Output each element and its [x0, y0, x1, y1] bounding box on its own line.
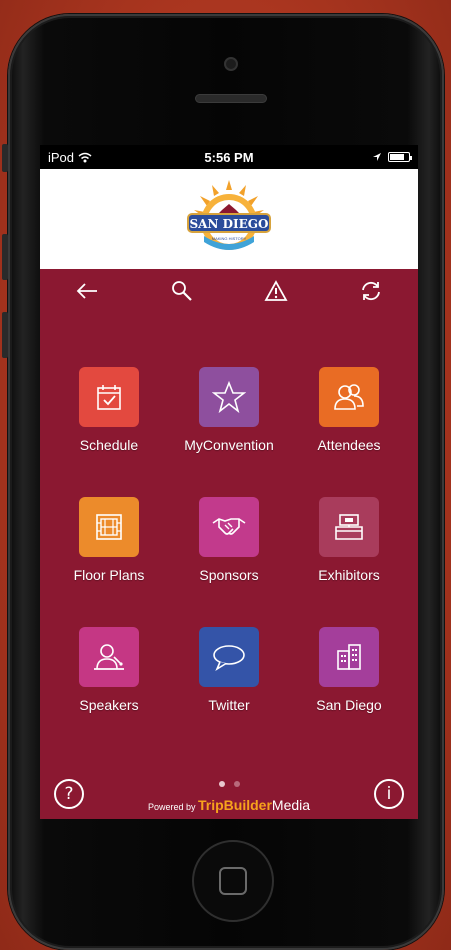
volume-down-button: [2, 312, 8, 358]
app-screen: iPod 5:56 PM SAN DIEGO MAKING HISTORY Sc…: [40, 145, 418, 819]
sponsors-tile-bg: [199, 497, 259, 557]
tile-twitter[interactable]: Twitter: [167, 627, 291, 727]
carrier-label: iPod: [48, 149, 75, 165]
location-arrow-icon: [373, 153, 381, 161]
handshake-icon: [212, 518, 246, 535]
speaker-podium-icon: [94, 644, 124, 670]
tile-sponsors[interactable]: Sponsors: [167, 497, 291, 597]
front-camera: [224, 57, 238, 71]
san-diego-tile-bg: [319, 627, 379, 687]
tile-label: MyConvention: [184, 437, 274, 453]
people-icon: [334, 384, 364, 410]
tile-floor-plans[interactable]: Floor Plans: [47, 497, 171, 597]
battery-icon: [388, 152, 412, 162]
search-icon: [171, 281, 192, 301]
tile-label: Exhibitors: [318, 567, 380, 583]
speech-bubble-icon: [213, 645, 245, 671]
tile-speakers[interactable]: Speakers: [47, 627, 171, 727]
tile-label: San Diego: [316, 697, 382, 713]
page-dot[interactable]: [233, 781, 240, 787]
tile-exhibitors[interactable]: Exhibitors: [287, 497, 411, 597]
star-icon: [212, 380, 246, 414]
logo-subtext: MAKING HISTORY: [212, 236, 247, 241]
status-right: [372, 152, 412, 162]
refresh-button[interactable]: [349, 273, 393, 309]
tile-label: Schedule: [79, 437, 139, 453]
search-button[interactable]: [160, 273, 204, 309]
earpiece-speaker: [195, 94, 267, 103]
powered-prefix: Powered by: [147, 802, 196, 812]
tile-label: Floor Plans: [73, 567, 145, 583]
floor-plan-icon: [96, 514, 122, 540]
city-buildings-icon: [337, 644, 361, 670]
refresh-icon: [361, 281, 380, 301]
back-arrow-icon: [76, 283, 98, 299]
brand-name: TripBuilder: [198, 797, 272, 813]
toolbar: [40, 269, 418, 313]
tile-label: Twitter: [208, 697, 250, 713]
mute-switch: [2, 144, 8, 172]
alerts-button[interactable]: [254, 273, 298, 309]
status-bar: iPod 5:56 PM: [40, 145, 418, 169]
exhibitors-tile-bg: [319, 497, 379, 557]
alert-icon: [264, 280, 288, 301]
back-button[interactable]: [65, 273, 109, 309]
home-button[interactable]: [192, 840, 274, 922]
schedule-tile-bg: [79, 367, 139, 427]
page-dot-active[interactable]: [218, 781, 225, 787]
app-header: SAN DIEGO MAKING HISTORY: [40, 169, 418, 269]
san-diego-logo: SAN DIEGO MAKING HISTORY: [174, 176, 284, 262]
tile-label: Sponsors: [199, 567, 259, 583]
twitter-tile-bg: [199, 627, 259, 687]
brand-suffix: Media: [271, 797, 311, 813]
tile-label: Speakers: [79, 697, 139, 713]
volume-up-button: [2, 234, 8, 280]
tile-san-diego[interactable]: San Diego: [287, 627, 411, 727]
calendar-check-icon: [97, 385, 121, 410]
status-time: 5:56 PM: [204, 149, 254, 165]
tile-attendees[interactable]: Attendees: [287, 367, 411, 467]
myconvention-tile-bg: [199, 367, 259, 427]
carrier: iPod: [48, 150, 92, 165]
logo-text: SAN DIEGO: [190, 217, 269, 231]
powered-by: Powered by TripBuilderMedia: [40, 797, 418, 813]
tile-label: Attendees: [317, 437, 381, 453]
tile-schedule[interactable]: Schedule: [47, 367, 171, 467]
wifi-icon: [78, 152, 92, 162]
attendees-tile-bg: [319, 367, 379, 427]
tile-myconvention[interactable]: MyConvention: [167, 367, 291, 467]
booth-icon: [335, 514, 363, 540]
speakers-tile-bg: [79, 627, 139, 687]
home-square-icon: [219, 867, 247, 895]
page-indicator[interactable]: [40, 781, 418, 787]
floor-plans-tile-bg: [79, 497, 139, 557]
